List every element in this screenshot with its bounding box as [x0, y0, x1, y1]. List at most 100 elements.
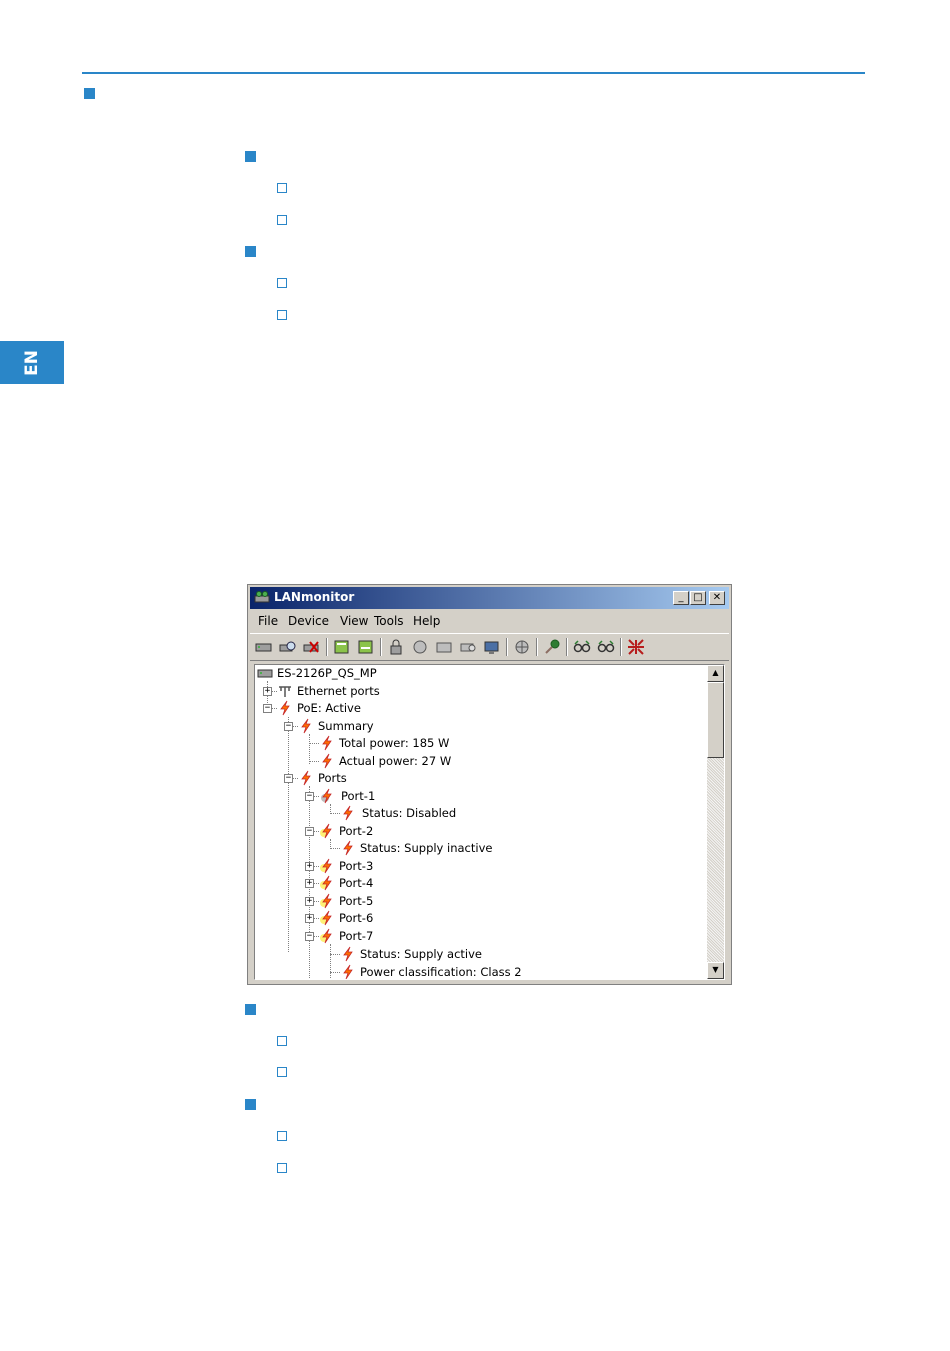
tree-node-port-1-status[interactable]: Status: Disabled: [255, 805, 555, 821]
tree-node-label: Status: Disabled: [362, 806, 457, 820]
tree-node-label: ES-2126P_QS_MP: [277, 666, 377, 680]
toolbar-separator: [566, 638, 568, 656]
toolbar: [250, 633, 729, 661]
lightning-icon: [343, 805, 353, 821]
tree-node-label: Status: Supply inactive: [360, 841, 493, 855]
tree-node-label: Port-7: [339, 929, 374, 943]
minimize-button[interactable]: _: [673, 591, 689, 605]
port-inactive-icon: [320, 875, 332, 891]
lightning-icon: [301, 770, 311, 786]
tree-node-port-7[interactable]: − Port-7: [255, 928, 555, 944]
tree-node-label: Port-4: [339, 876, 374, 890]
toolbar-separator: [326, 638, 328, 656]
lightning-icon: [343, 840, 353, 856]
tree-node-actual-power[interactable]: Actual power: 27 W: [255, 753, 555, 769]
lightning-icon: [322, 753, 332, 769]
lanmonitor-window: LANmonitor _ □ ✕ File Device View Tools …: [247, 584, 732, 985]
tree-node-port-2[interactable]: − Port-2: [255, 823, 555, 839]
expand-icon[interactable]: +: [305, 897, 314, 906]
tree-node-poe[interactable]: − PoE: Active: [255, 700, 555, 716]
vertical-scrollbar[interactable]: ▲ ▼: [707, 665, 724, 979]
tree-node-summary[interactable]: − Summary: [255, 718, 555, 734]
tree-view[interactable]: ES-2126P_QS_MP + Ethernet ports − PoE: A…: [254, 664, 725, 980]
tree-node-port-3[interactable]: + Port-3: [255, 858, 555, 874]
monitor-icon[interactable]: [482, 638, 502, 656]
refresh-icon[interactable]: [332, 638, 352, 656]
expand-icon[interactable]: +: [263, 687, 272, 696]
tree-node-label: Port-5: [339, 894, 374, 908]
tree-node-port-2-status[interactable]: Status: Supply inactive: [255, 840, 555, 856]
list-bullet: [245, 246, 256, 257]
maximize-button[interactable]: □: [690, 591, 706, 605]
sub-list-bullet: [277, 1163, 287, 1173]
expand-icon[interactable]: +: [305, 879, 314, 888]
tree-connector: [330, 972, 340, 973]
tree-node-port-1[interactable]: − Port-1: [255, 788, 555, 804]
collapse-node-icon[interactable]: −: [305, 932, 314, 941]
lock-icon[interactable]: [386, 638, 406, 656]
tree-node-label: Port-2: [339, 824, 374, 838]
tree-node-label: Power classification: Class 2: [360, 965, 522, 979]
tree-node-label: Port-3: [339, 859, 374, 873]
menu-device[interactable]: Device: [288, 614, 329, 628]
collapse-node-icon[interactable]: −: [284, 774, 293, 783]
tree-node-total-power[interactable]: Total power: 185 W: [255, 735, 555, 751]
tree-node-port-4[interactable]: + Port-4: [255, 875, 555, 891]
tree-node-port-5[interactable]: + Port-5: [255, 893, 555, 909]
key-icon[interactable]: [542, 638, 562, 656]
collapse-node-icon[interactable]: −: [305, 827, 314, 836]
glasses-icon[interactable]: [572, 638, 592, 656]
expand-icon[interactable]: +: [305, 862, 314, 871]
globe-icon[interactable]: [512, 638, 532, 656]
scroll-up-button[interactable]: ▲: [707, 665, 724, 682]
collapse-node-icon[interactable]: −: [263, 704, 272, 713]
toolbar-separator: [506, 638, 508, 656]
list-bullet: [245, 1004, 256, 1015]
trace-icon[interactable]: [458, 638, 478, 656]
menu-tools[interactable]: Tools: [374, 614, 404, 628]
search-device-icon[interactable]: [278, 638, 298, 656]
tree-node-ports[interactable]: − Ports: [255, 770, 555, 786]
toolbar-separator: [380, 638, 382, 656]
scroll-thumb[interactable]: [707, 682, 724, 758]
tree-connector: [309, 743, 319, 744]
device-settings-icon[interactable]: [434, 638, 454, 656]
expand-icon[interactable]: +: [305, 914, 314, 923]
glasses-all-icon[interactable]: [596, 638, 616, 656]
tree-node-label: Status: Supply active: [360, 947, 482, 961]
toolbar-separator: [536, 638, 538, 656]
menu-file[interactable]: File: [258, 614, 278, 628]
device-icon[interactable]: [254, 638, 274, 656]
sub-list-bullet: [277, 310, 287, 320]
tree-node-ethernet-ports[interactable]: + Ethernet ports: [255, 683, 555, 699]
ethernet-icon: [279, 686, 291, 697]
tree-node-port-7-class[interactable]: Power classification: Class 2: [255, 964, 555, 979]
close-button[interactable]: ✕: [709, 591, 725, 605]
sub-list-bullet: [277, 215, 287, 225]
tree-node-label: Ports: [318, 771, 347, 785]
hand-icon[interactable]: [410, 638, 430, 656]
tree-node-root[interactable]: ES-2126P_QS_MP: [255, 665, 555, 681]
collapse-node-icon[interactable]: −: [305, 792, 314, 801]
sub-list-bullet: [277, 183, 287, 193]
menu-view[interactable]: View: [340, 614, 368, 628]
tree-node-port-6[interactable]: + Port-6: [255, 910, 555, 926]
tree-connector: [330, 813, 340, 814]
lanmonitor-app-icon: [254, 591, 270, 603]
header-rule: [82, 72, 865, 74]
tree-node-label: Actual power: 27 W: [339, 754, 452, 768]
language-tab: EN: [0, 341, 64, 384]
list-bullet: [245, 1099, 256, 1110]
refresh-all-icon[interactable]: [356, 638, 376, 656]
tree-node-label: Ethernet ports: [297, 684, 380, 698]
delete-device-icon[interactable]: [302, 638, 322, 656]
title-bar[interactable]: LANmonitor _ □ ✕: [250, 587, 729, 609]
collapse-node-icon[interactable]: −: [284, 722, 293, 731]
menu-help[interactable]: Help: [413, 614, 440, 628]
tree-node-port-7-status[interactable]: Status: Supply active: [255, 946, 555, 962]
scroll-down-button[interactable]: ▼: [707, 962, 724, 979]
window-title: LANmonitor: [274, 590, 355, 604]
tree-node-label: Port-6: [339, 911, 374, 925]
switch-device-icon: [257, 669, 273, 678]
collapse-icon[interactable]: [626, 638, 646, 656]
